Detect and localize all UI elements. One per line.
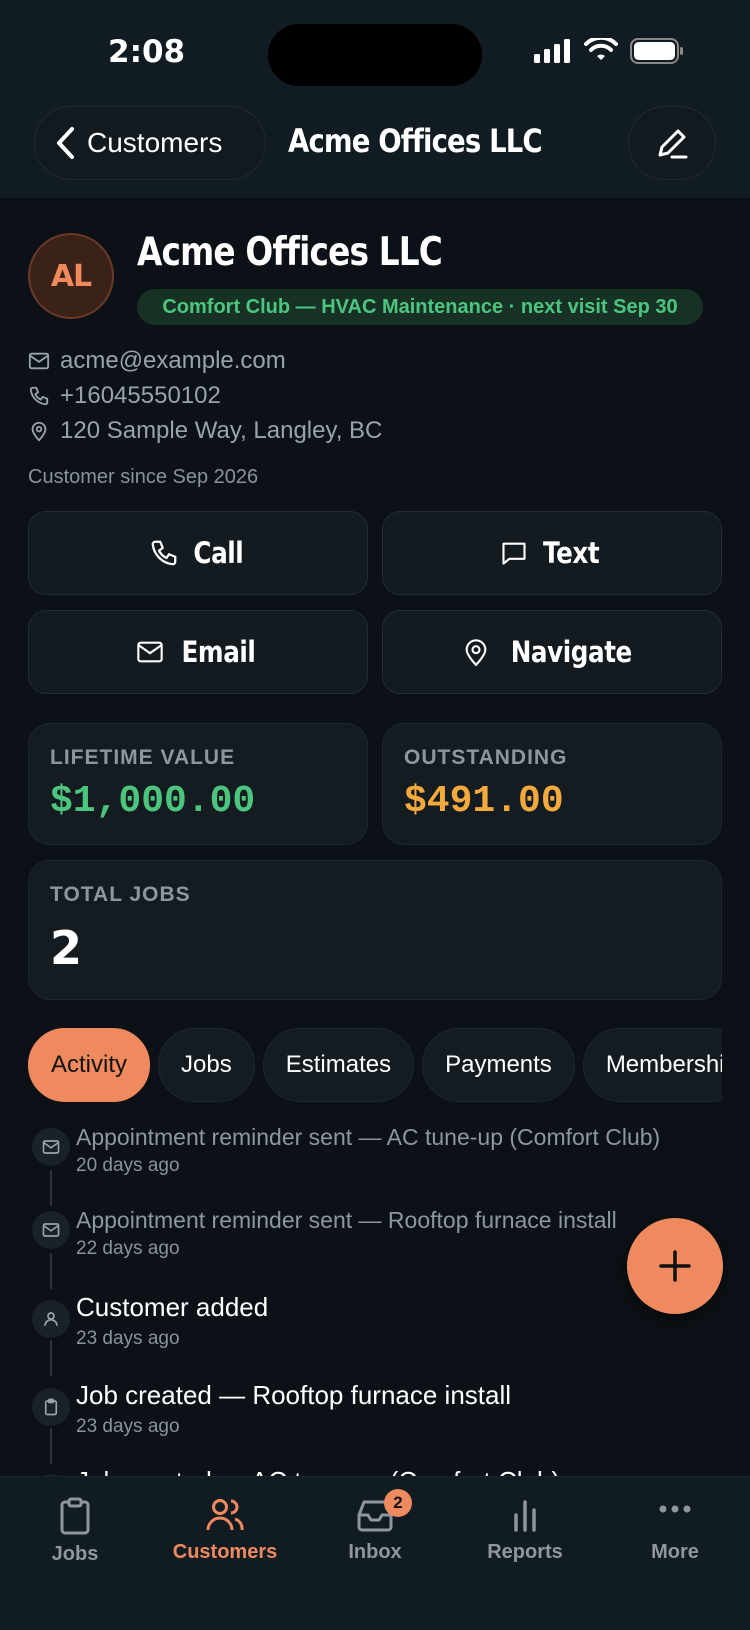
activity-title: Appointment reminder sent — Rooftop furn… bbox=[76, 1207, 617, 1233]
timeline-connector bbox=[50, 1428, 52, 1464]
customer-since: Customer since Sep 2026 bbox=[28, 466, 259, 488]
navigate-label: Navigate bbox=[510, 635, 632, 669]
plus-icon bbox=[659, 1250, 691, 1282]
navigate-button[interactable]: Navigate bbox=[382, 610, 722, 694]
phone-text: +16045550102 bbox=[60, 382, 221, 409]
email-row[interactable]: acme@example.com bbox=[28, 347, 286, 375]
edit-button[interactable] bbox=[628, 106, 716, 180]
signal-icon bbox=[534, 39, 570, 63]
dynamic-island bbox=[268, 24, 482, 86]
activity-time: 23 days ago bbox=[76, 1328, 180, 1349]
status-time: 2:08 bbox=[108, 34, 186, 70]
phone-icon bbox=[29, 386, 49, 406]
battery-icon bbox=[630, 38, 683, 64]
call-label: Call bbox=[193, 536, 243, 570]
add-button[interactable] bbox=[627, 1218, 723, 1314]
wifi-icon bbox=[584, 38, 618, 60]
back-label: Customers bbox=[87, 127, 223, 158]
email-label: Email bbox=[181, 635, 255, 669]
activity-time: 20 days ago bbox=[76, 1155, 180, 1176]
activity-title: Customer added bbox=[76, 1292, 269, 1322]
timeline-connector bbox=[50, 1253, 52, 1289]
timeline-connector bbox=[50, 1170, 52, 1206]
tabbar-more-label: More bbox=[651, 1541, 699, 1563]
timeline-connector bbox=[50, 1340, 52, 1376]
tabbar-more[interactable]: More bbox=[600, 1497, 750, 1564]
lifetime-value-label: LIFETIME VALUE bbox=[50, 746, 236, 769]
total-jobs-card: TOTAL JOBS 2 bbox=[28, 860, 722, 1000]
chat-bubble-icon bbox=[502, 542, 526, 565]
mail-icon bbox=[32, 1211, 70, 1249]
total-jobs-value: 2 bbox=[50, 921, 83, 975]
text-button[interactable]: Text bbox=[382, 511, 722, 595]
user-icon bbox=[32, 1300, 70, 1338]
status-icons bbox=[534, 38, 684, 64]
tab-memberships[interactable]: Membershi bbox=[582, 1028, 722, 1102]
email-text: acme@example.com bbox=[60, 347, 286, 374]
inbox-badge: 2 bbox=[384, 1489, 412, 1517]
map-pin-icon bbox=[465, 639, 487, 667]
mail-icon bbox=[28, 352, 50, 370]
bottom-tab-bar: Jobs Customers 2 Inbox Reports More bbox=[0, 1476, 750, 1630]
tabbar-inbox-label: Inbox bbox=[348, 1541, 402, 1563]
clipboard-icon bbox=[60, 1497, 90, 1535]
outstanding-label: OUTSTANDING bbox=[404, 746, 568, 769]
map-pin-icon bbox=[31, 421, 47, 442]
back-button[interactable]: Customers bbox=[34, 106, 266, 180]
phone-icon bbox=[151, 540, 176, 566]
lifetime-value: $1,000.00 bbox=[50, 780, 256, 823]
mail-icon bbox=[32, 1128, 70, 1166]
tabbar-jobs[interactable]: Jobs bbox=[0, 1497, 150, 1566]
nav-title: Acme Offices LLC bbox=[288, 122, 543, 160]
tab-jobs[interactable]: Jobs bbox=[158, 1028, 255, 1102]
tabbar-reports-label: Reports bbox=[487, 1541, 563, 1563]
bar-chart-icon bbox=[514, 1500, 536, 1532]
outstanding-card: OUTSTANDING $491.00 bbox=[382, 723, 722, 845]
tabbar-inbox[interactable]: 2 Inbox bbox=[300, 1489, 450, 1564]
phone-row[interactable]: +16045550102 bbox=[28, 382, 221, 410]
text-label: Text bbox=[542, 536, 600, 570]
tabbar-customers-label: Customers bbox=[172, 1541, 278, 1563]
address-row[interactable]: 120 Sample Way, Langley, BC bbox=[28, 417, 382, 445]
chevron-left-icon bbox=[57, 127, 74, 159]
activity-title: Job created — AC tune-up (Comfort Club) bbox=[76, 1466, 560, 1476]
avatar: AL bbox=[28, 233, 114, 319]
tab-estimates[interactable]: Estimates bbox=[262, 1028, 415, 1102]
tabbar-reports[interactable]: Reports bbox=[450, 1497, 600, 1564]
tab-activity[interactable]: Activity bbox=[28, 1028, 151, 1102]
users-icon bbox=[206, 1499, 244, 1531]
call-button[interactable]: Call bbox=[28, 511, 368, 595]
total-jobs-label: TOTAL JOBS bbox=[50, 883, 191, 906]
tab-payments[interactable]: Payments bbox=[422, 1028, 575, 1102]
activity-time: 23 days ago bbox=[76, 1416, 180, 1437]
clipboard-icon bbox=[32, 1388, 70, 1426]
membership-badge[interactable]: Comfort Club — HVAC Maintenance · next v… bbox=[137, 289, 703, 325]
mail-icon bbox=[136, 641, 163, 663]
lifetime-value-card: LIFETIME VALUE $1,000.00 bbox=[28, 723, 368, 845]
activity-title: Appointment reminder sent — AC tune-up (… bbox=[76, 1124, 661, 1150]
section-tabs: Activity Jobs Estimates Payments Members… bbox=[28, 1028, 722, 1102]
navigation-bar: Customers Acme Offices LLC bbox=[0, 100, 750, 198]
email-button[interactable]: Email bbox=[28, 610, 368, 694]
activity-time: 22 days ago bbox=[76, 1238, 180, 1259]
outstanding-value: $491.00 bbox=[404, 780, 564, 823]
pencil-icon bbox=[658, 129, 688, 159]
status-bar: 2:08 bbox=[0, 0, 750, 100]
customer-name: Acme Offices LLC bbox=[137, 230, 443, 275]
more-icon bbox=[659, 1505, 691, 1513]
tabbar-jobs-label: Jobs bbox=[51, 1543, 99, 1565]
address-text: 120 Sample Way, Langley, BC bbox=[60, 417, 383, 444]
tabbar-customers[interactable]: Customers bbox=[150, 1497, 300, 1564]
activity-title: Job created — Rooftop furnace install bbox=[76, 1380, 512, 1410]
